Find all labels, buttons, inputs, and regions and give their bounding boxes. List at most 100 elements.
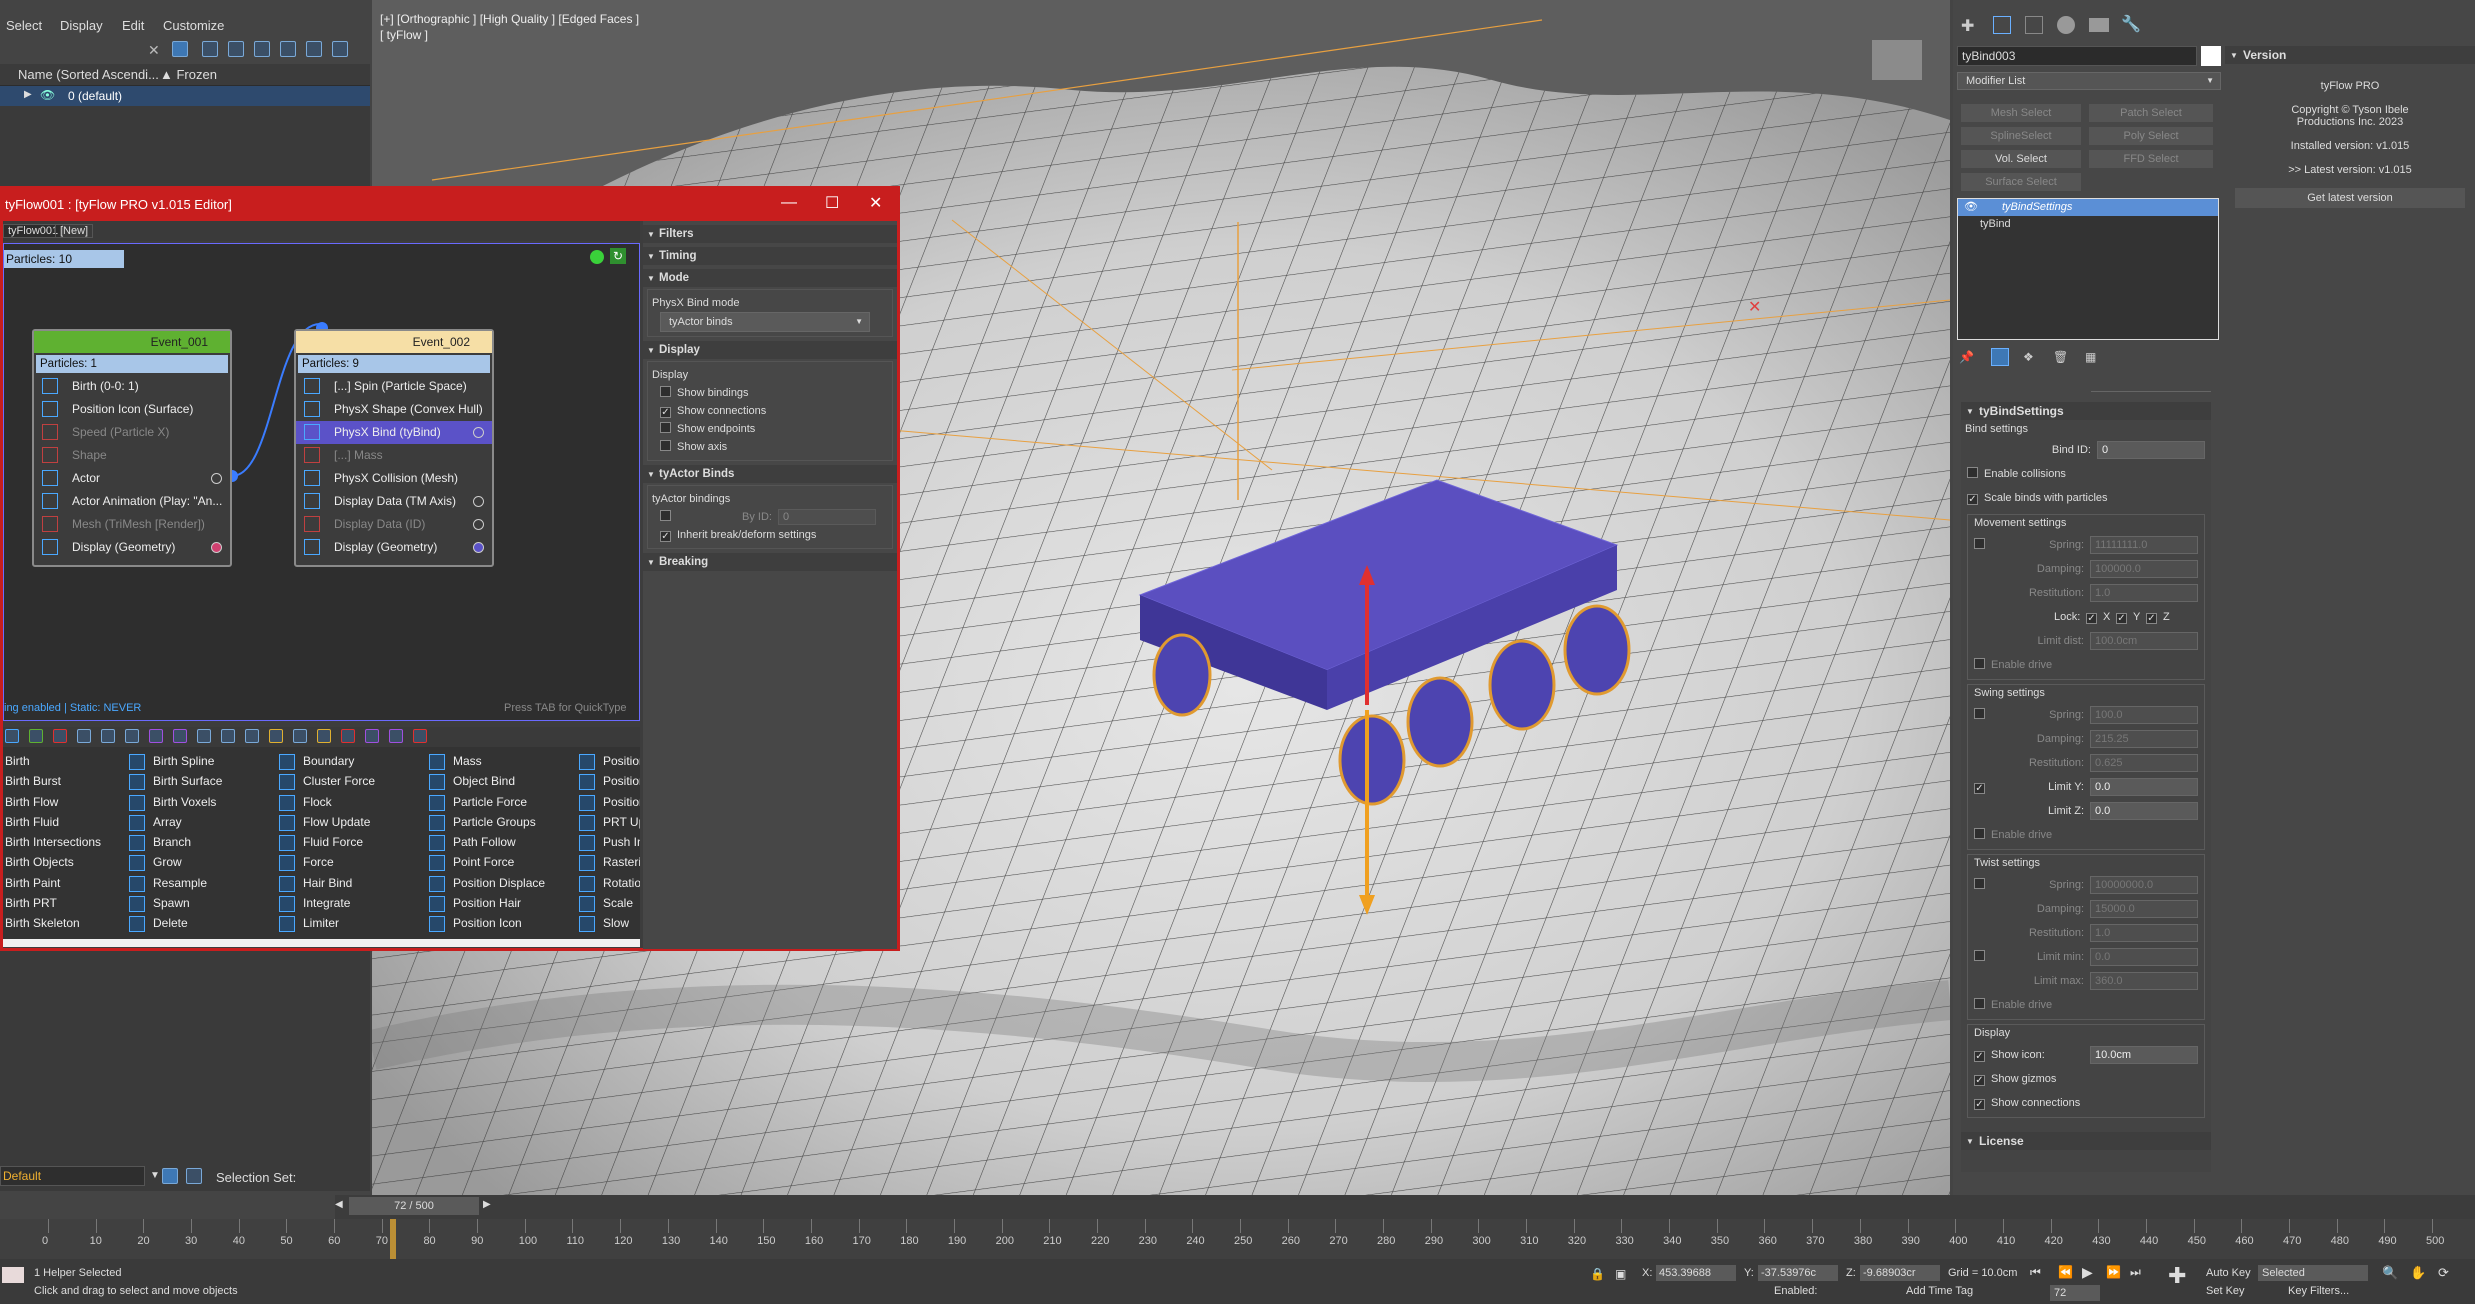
column-frozen[interactable]: ▲ Frozen	[160, 67, 217, 82]
auto-key-button[interactable]: Auto Key	[2206, 1267, 2251, 1279]
swing-spring-checkbox[interactable]	[1974, 708, 1985, 719]
settings-icon[interactable]	[332, 41, 348, 57]
category-script-icon[interactable]	[365, 729, 379, 743]
show-end-result-icon[interactable]	[1991, 348, 2009, 366]
output-dot-icon[interactable]	[473, 519, 484, 530]
add-time-tag[interactable]: Add Time Tag	[1906, 1285, 1973, 1297]
operator-palette-item[interactable]: Birth Fluid	[3, 812, 123, 832]
event-operator[interactable]: Position Icon (Surface)	[34, 398, 230, 421]
maximize-icon[interactable]: ☐	[825, 193, 839, 213]
output-dot-icon[interactable]	[473, 542, 484, 553]
configure-icon[interactable]: ▦	[2085, 350, 2096, 364]
operator-palette-item[interactable]: Birth PRT	[3, 893, 123, 913]
operator-palette-item[interactable]: Position Icon	[423, 913, 573, 933]
z-coordinate-field[interactable]: -9.68903cr	[1860, 1265, 1940, 1281]
swing-damping-spinner[interactable]: 215.25	[2090, 730, 2198, 748]
event-operator[interactable]: Actor	[34, 467, 230, 490]
operator-palette-item[interactable]: Birth Objects	[3, 852, 123, 872]
operator-palette-item[interactable]: Particle Groups	[423, 812, 573, 832]
inherit-row[interactable]: ✓ Inherit break/deform settings	[652, 526, 888, 544]
enable-drive-row[interactable]: Enable drive	[1974, 653, 2198, 677]
category-misc-icon[interactable]	[317, 729, 331, 743]
twist-damping-spinner[interactable]: 15000.0	[2090, 900, 2198, 918]
column-name[interactable]: Name (Sorted Ascendi...	[18, 67, 159, 82]
pan-icon[interactable]: ✋	[2410, 1265, 2426, 1281]
operator-palette-item[interactable]: Birth Flow	[3, 792, 123, 812]
surface-select-button[interactable]: Surface Select	[1961, 173, 2081, 191]
expand-icon[interactable]: ▶	[24, 89, 32, 100]
limit-y-checkbox[interactable]: ✓	[1974, 783, 1985, 794]
go-to-end-icon[interactable]: ⏭	[2130, 1265, 2141, 1280]
event-002[interactable]: Event_002 Particles: 9 [...] Spin (Parti…	[294, 329, 494, 567]
lock-selection-icon[interactable]: 🔒	[1590, 1267, 1605, 1281]
sort-icon[interactable]	[306, 41, 322, 57]
object-color-swatch[interactable]	[2201, 46, 2221, 66]
layer-dropdown[interactable]: Default	[0, 1166, 145, 1186]
category-event-icon[interactable]	[269, 729, 283, 743]
operator-palette-item[interactable]: Position	[573, 751, 640, 771]
event-operator[interactable]: [...] Mass	[296, 444, 492, 467]
category-flow-icon[interactable]	[29, 729, 43, 743]
pin-stack-icon[interactable]: 📌	[1959, 350, 1974, 364]
show-icon-spinner[interactable]: 10.0cm	[2090, 1046, 2198, 1064]
chevron-down-icon[interactable]: ▼	[150, 1170, 160, 1181]
operator-palette-item[interactable]: Grow	[123, 852, 273, 872]
close-icon[interactable]: ✕	[869, 193, 882, 213]
event-operator[interactable]: [...] Spin (Particle Space)	[296, 375, 492, 398]
eye-icon[interactable]: 👁	[40, 88, 55, 102]
event-002-header[interactable]: Event_002	[296, 331, 492, 353]
operator-palette-item[interactable]: Spawn	[123, 893, 273, 913]
operator-palette-item[interactable]: Birth Surface	[123, 771, 273, 791]
operator-palette-item[interactable]: Slow	[573, 913, 640, 933]
poly-select-button[interactable]: Poly Select	[2089, 127, 2213, 145]
lock-z-checkbox[interactable]: ✓	[2146, 613, 2157, 624]
category-data-icon[interactable]	[197, 729, 211, 743]
key-selection-dropdown[interactable]: Selected	[2258, 1265, 2368, 1281]
filter-icon[interactable]	[172, 41, 188, 57]
menu-edit[interactable]: Edit	[122, 18, 144, 33]
flow-canvas[interactable]: Particles: 10 ↻ Event_001 Particles: 1 B…	[3, 243, 640, 721]
operator-palette-item[interactable]: Cluster Force	[273, 771, 423, 791]
orbit-icon[interactable]: ⟳	[2438, 1265, 2449, 1281]
bind-id-spinner[interactable]: 0	[2097, 441, 2205, 459]
operator-palette-item[interactable]: Delete	[123, 913, 273, 933]
operator-palette-item[interactable]: Rasteriz	[573, 852, 640, 872]
mesh-select-button[interactable]: Mesh Select	[1961, 104, 2081, 122]
timeline-ruler[interactable]: 0 10 20 30 40 50 60 70 80 90 100 110 120 130 140 150 160…	[0, 1219, 2475, 1259]
spring-spinner[interactable]: 11111111.0	[2090, 536, 2198, 554]
limit-min-spinner[interactable]: 0.0	[2090, 948, 2198, 966]
patch-select-button[interactable]: Patch Select	[2089, 104, 2213, 122]
operator-palette-item[interactable]: Flock	[273, 792, 423, 812]
operator-palette-item[interactable]: Array	[123, 812, 273, 832]
category-birth-icon[interactable]	[5, 729, 19, 743]
operator-palette-item[interactable]: Boundary	[273, 751, 423, 771]
twist-enable-drive-checkbox[interactable]	[1974, 998, 1985, 1009]
remove-modifier-icon[interactable]: 🗑	[2053, 350, 2068, 364]
event-001[interactable]: Event_001 Particles: 1 Birth (0-0: 1) Pos…	[32, 329, 232, 567]
twist-spring-checkbox[interactable]	[1974, 878, 1985, 889]
eye-icon[interactable]: 👁	[1964, 199, 1978, 216]
menu-select[interactable]: Select	[6, 18, 42, 33]
tab-new[interactable]: [New]	[55, 224, 94, 238]
rollout-filters[interactable]: Filters	[643, 225, 897, 244]
operator-palette-item[interactable]: Position Displace	[423, 873, 573, 893]
category-shape-icon[interactable]	[101, 729, 115, 743]
chevron-right-icon[interactable]: ▶	[483, 1199, 491, 1210]
operator-palette-item[interactable]: Position	[573, 771, 640, 791]
operator-palette-item[interactable]: Fluid Force	[273, 832, 423, 852]
chevron-left-icon[interactable]: ◀	[335, 1199, 343, 1210]
show-axis-row[interactable]: Show axis	[652, 438, 888, 456]
operator-palette-item[interactable]: Birth Intersections	[3, 832, 123, 852]
show-connections-row[interactable]: ✓ Show connections	[652, 402, 888, 420]
maxscript-listener-icon[interactable]	[2, 1267, 24, 1283]
event-operator[interactable]: Display (Geometry)	[34, 536, 230, 559]
operator-palette-item[interactable]: Rotation	[573, 873, 640, 893]
show-connections-settings-row[interactable]: ✓ Show connections	[1974, 1091, 2198, 1115]
show-bindings-row[interactable]: Show bindings	[652, 384, 888, 402]
show-endpoints-row[interactable]: Show endpoints	[652, 420, 888, 438]
operator-palette-item[interactable]: Push In	[573, 832, 640, 852]
operator-palette-item[interactable]: Birth Voxels	[123, 792, 273, 812]
absolute-mode-icon[interactable]: ▣	[1615, 1267, 1626, 1281]
operator-palette-item[interactable]: Point Force	[423, 852, 573, 872]
operator-palette-item[interactable]: Mass	[423, 751, 573, 771]
